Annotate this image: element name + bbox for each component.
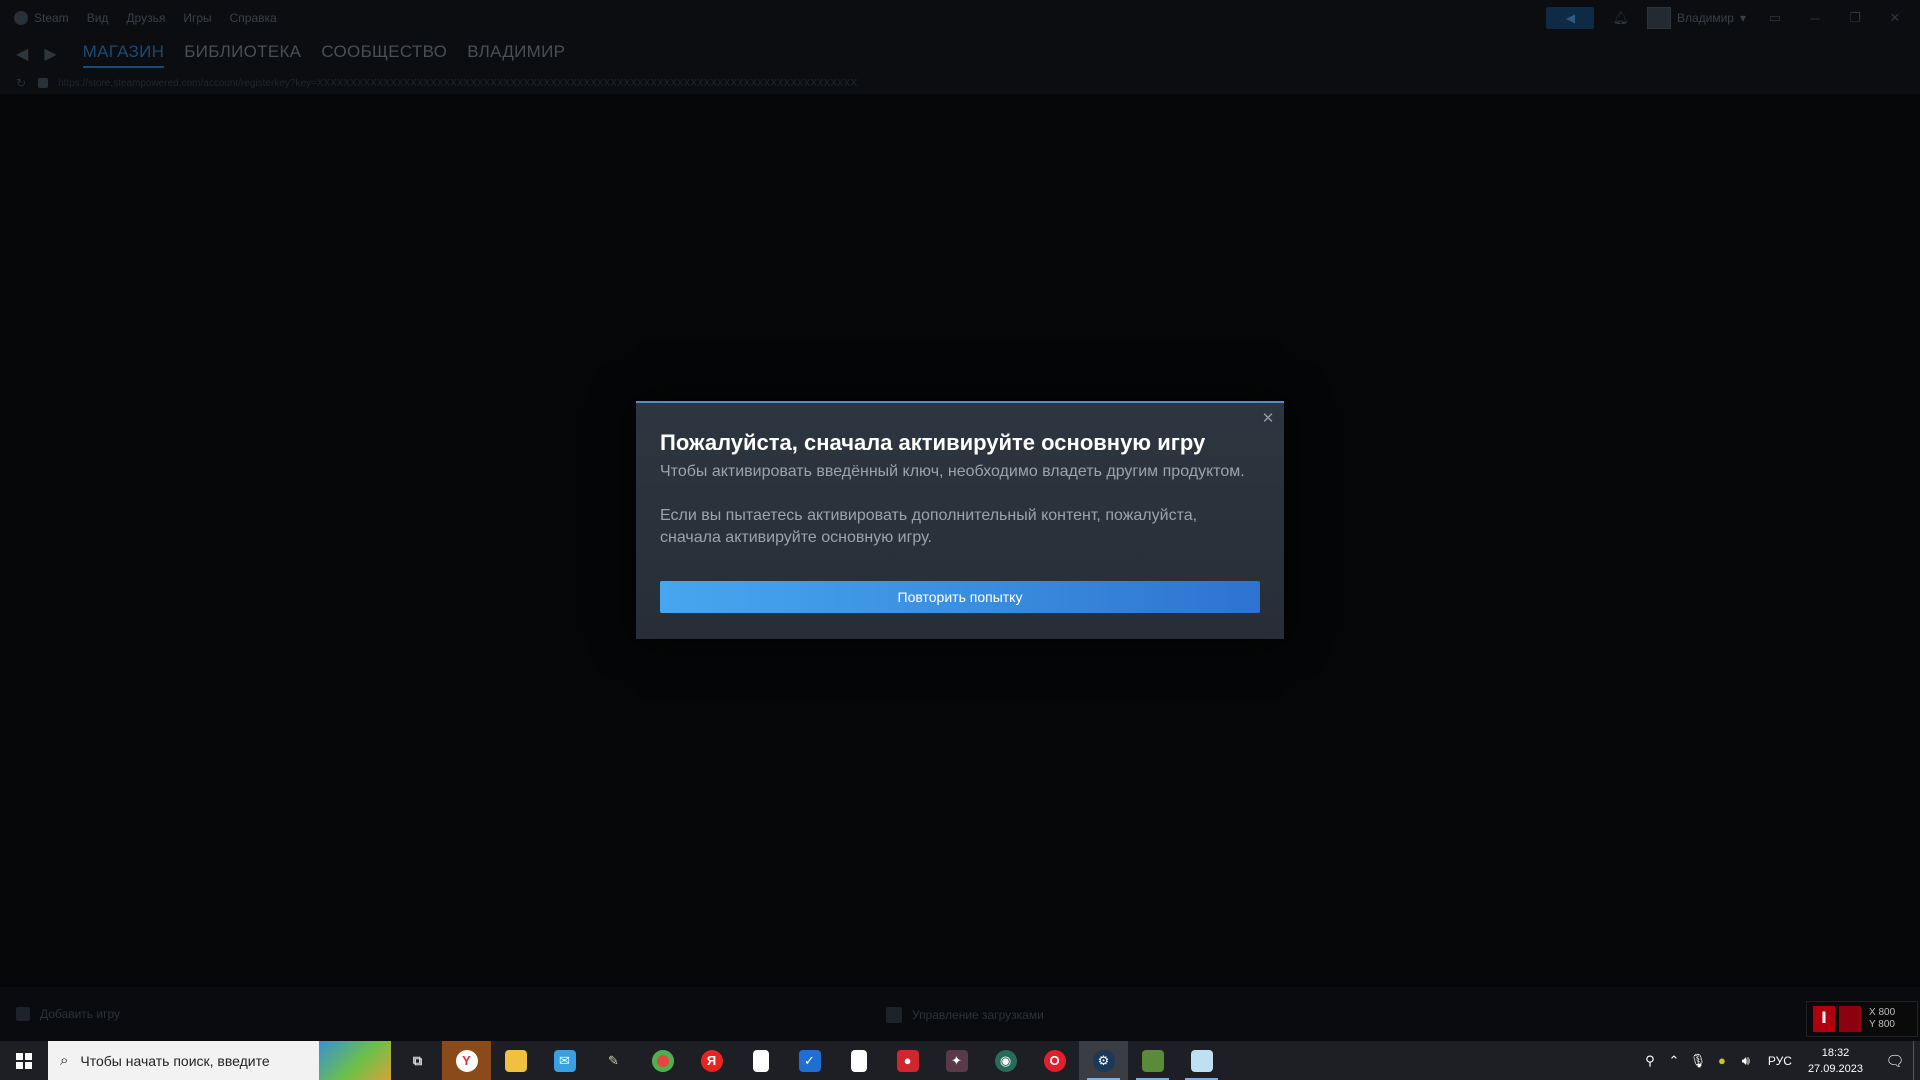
steam-titlebar: Steam Вид Друзья Игры Справка ◀ 🔔︎ Влади…	[0, 0, 1920, 36]
downloads-label: Управление загрузками	[912, 1008, 1044, 1022]
download-icon	[886, 1007, 902, 1023]
dialog-paragraph: Если вы пытаетесь активировать дополните…	[660, 507, 1198, 546]
nav-tabs: МАГАЗИН БИБЛИОТЕКА СООБЩЕСТВО ВЛАДИМИР	[82, 42, 566, 68]
taskbar-apps: ⧉ Y ✉ ✎ Я ✓ ● ✦ ◉ O ⚙	[393, 1041, 1226, 1080]
overlay-y: Y 800	[1869, 1019, 1895, 1030]
volume-icon[interactable]: 🔊︎	[1734, 1053, 1758, 1069]
reload-icon[interactable]: ↻	[16, 76, 26, 90]
notifications-bell-icon[interactable]: 🔔︎	[1612, 10, 1629, 26]
lock-icon	[38, 78, 49, 88]
plus-icon	[16, 1007, 30, 1021]
taskbar-search[interactable]: ⌕ Чтобы начать поиск, введите	[48, 1041, 391, 1080]
task-view-icon[interactable]: ⧉	[393, 1041, 442, 1080]
tab-profile[interactable]: ВЛАДИМИР	[467, 42, 565, 66]
overlay-app-icon: Ⅰ	[1813, 1006, 1835, 1032]
retry-button[interactable]: Повторить попытку	[660, 581, 1260, 613]
mail-icon[interactable]: ✉	[540, 1041, 589, 1080]
start-button[interactable]	[0, 1041, 48, 1080]
menu-item-steam[interactable]: Steam	[14, 11, 69, 26]
activate-base-game-dialog: ✕ Пожалуйста, сначала активируйте основн…	[636, 401, 1284, 639]
microphone-icon[interactable]: 🎙︎	[1686, 1053, 1710, 1069]
document-2-icon[interactable]	[834, 1041, 883, 1080]
steam-bottombar: Добавить игру Управление загрузками	[0, 987, 1920, 1041]
chevron-up-icon[interactable]: ⌃	[1662, 1053, 1686, 1069]
notification-center-icon[interactable]: 🗨︎	[1877, 1052, 1913, 1070]
menu-item-friends[interactable]: Друзья	[126, 11, 165, 25]
search-icon: ⌕	[60, 1052, 69, 1069]
back-arrow-icon[interactable]: ◀	[16, 44, 28, 64]
steam-menu: Steam Вид Друзья Игры Справка	[14, 11, 277, 26]
tab-store[interactable]: МАГАЗИН	[82, 42, 165, 68]
overlay-widget: Ⅰ X 800 Y 800	[1806, 1001, 1918, 1037]
clock-time: 18:32	[1821, 1046, 1850, 1059]
feather-app-icon[interactable]: ✎	[589, 1041, 638, 1080]
menu-item-view[interactable]: Вид	[87, 11, 109, 25]
overlay-x: X 800	[1869, 1007, 1896, 1018]
nav-arrows: ◀ ▶	[16, 44, 57, 64]
show-desktop-button[interactable]	[1913, 1041, 1920, 1080]
user-name: Владимир	[1676, 11, 1734, 25]
tab-library[interactable]: БИБЛИОТЕКА	[184, 42, 301, 66]
yandex-icon[interactable]: Я	[687, 1041, 736, 1080]
language-indicator[interactable]: РУС	[1768, 1054, 1792, 1068]
titlebar-right: ◀ 🔔︎ Владимир ▾ ▭ ─ ❐ ✕	[1546, 0, 1920, 36]
clock-date: 27.09.2023	[1807, 1062, 1863, 1075]
dialog-subtitle: Чтобы активировать введённый ключ, необх…	[660, 463, 1245, 480]
add-game-button[interactable]: Добавить игру	[16, 1007, 120, 1021]
add-game-label: Добавить игру	[40, 1007, 120, 1021]
avatar	[1646, 7, 1671, 29]
steam-taskbar-icon[interactable]: ⚙	[1079, 1041, 1128, 1080]
steam-navbar: ◀ ▶ МАГАЗИН БИБЛИОТЕКА СООБЩЕСТВО ВЛАДИМ…	[0, 36, 1920, 72]
clock[interactable]: 18:32 27.09.2023	[1808, 1045, 1863, 1077]
close-icon[interactable]: ✕	[1260, 411, 1276, 427]
url-bar: ↻ https://store.steampowered.com/account…	[0, 72, 1920, 94]
minimize-icon[interactable]: ─	[1804, 11, 1826, 26]
document-icon[interactable]	[736, 1041, 785, 1080]
overlay-coords: X 800 Y 800	[1869, 1007, 1895, 1031]
screen-recorder-icon[interactable]: ●	[883, 1041, 932, 1080]
yandex-browser-icon[interactable]: Y	[442, 1041, 491, 1080]
security-shield-icon[interactable]: ✓	[785, 1041, 834, 1080]
search-highlight-image	[319, 1041, 391, 1080]
minecraft-icon[interactable]	[1128, 1041, 1177, 1080]
opera-icon[interactable]: O	[1030, 1041, 1079, 1080]
menu-item-games[interactable]: Игры	[183, 11, 211, 25]
announcements-button[interactable]: ◀	[1546, 7, 1595, 29]
steam-logo-icon	[14, 11, 28, 26]
file-explorer-icon[interactable]	[491, 1041, 540, 1080]
tab-community[interactable]: СООБЩЕСТВО	[321, 42, 447, 66]
search-placeholder: Чтобы начать поиск, введите	[80, 1052, 270, 1069]
chrome-icon[interactable]	[638, 1041, 687, 1080]
notes-app-icon[interactable]	[1177, 1041, 1226, 1080]
big-picture-icon[interactable]: ▭	[1764, 10, 1786, 26]
overlay-app-icon-2	[1839, 1006, 1861, 1032]
chevron-down-icon: ▾	[1739, 11, 1746, 25]
menu-item-help[interactable]: Справка	[230, 11, 277, 25]
user-menu[interactable]: Владимир ▾	[1646, 7, 1746, 29]
app-tray-icon[interactable]: ●	[1710, 1053, 1734, 1068]
globe-app-icon[interactable]: ◉	[981, 1041, 1030, 1080]
url-text[interactable]: https://store.steampowered.com/account/r…	[58, 78, 858, 89]
megaphone-icon: ◀	[1565, 11, 1576, 25]
close-window-icon[interactable]: ✕	[1884, 10, 1906, 26]
game-launcher-icon[interactable]: ✦	[932, 1041, 981, 1080]
windows-taskbar: ⌕ Чтобы начать поиск, введите ⧉ Y ✉ ✎ Я …	[0, 1041, 1920, 1080]
forward-arrow-icon[interactable]: ▶	[44, 44, 56, 64]
people-icon[interactable]: ⚲	[1638, 1053, 1662, 1069]
system-tray: ⚲ ⌃ 🎙︎ ● 🔊︎ РУС 18:32 27.09.2023 🗨︎	[1638, 1041, 1920, 1080]
windows-logo-icon	[16, 1052, 32, 1069]
menu-item-steam-label: Steam	[34, 10, 69, 25]
restore-icon[interactable]: ❐	[1844, 10, 1866, 26]
dialog-title: Пожалуйста, сначала активируйте основную…	[660, 430, 1206, 455]
downloads-button[interactable]: Управление загрузками	[886, 1007, 1044, 1023]
